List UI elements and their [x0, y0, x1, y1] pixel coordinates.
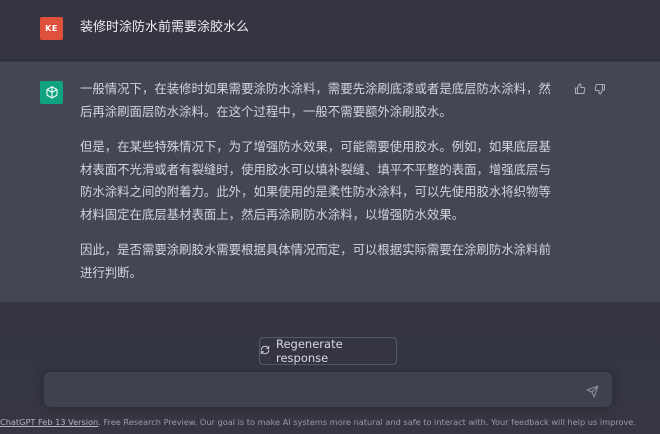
version-link[interactable]: ChatGPT Feb 13 Version	[0, 417, 98, 427]
assistant-message-row: 一般情况下，在装修时如果需要涂防水涂料，需要先涂刷底漆或者是底层防水涂料，然后再…	[0, 62, 660, 302]
user-message-text: 装修时涂防水前需要涂胶水么	[80, 20, 250, 35]
refresh-icon	[260, 344, 270, 358]
openai-logo-icon	[40, 81, 63, 104]
thumbs-down-icon[interactable]	[593, 82, 607, 96]
user-avatar: KE	[40, 17, 63, 40]
message-input-box	[44, 372, 612, 407]
message-input[interactable]	[56, 380, 580, 404]
thumbs-up-icon[interactable]	[573, 82, 587, 96]
assistant-message-text: 一般情况下，在装修时如果需要涂防水涂料，需要先涂刷底漆或者是底层防水涂料，然后再…	[80, 78, 560, 297]
assistant-paragraph-3: 因此，是否需要涂刷胶水需要根据具体情况而定，可以根据实际需要在涂刷防水涂料前进行…	[80, 242, 551, 280]
assistant-paragraph-1: 一般情况下，在装修时如果需要涂防水涂料，需要先涂刷底漆或者是底层防水涂料，然后再…	[80, 81, 551, 119]
regenerate-label: Regenerate response	[276, 337, 343, 365]
user-message-row: KE 装修时涂防水前需要涂胶水么	[0, 0, 660, 60]
footer-text: . Free Research Preview. Our goal is to …	[98, 417, 636, 427]
send-icon[interactable]	[586, 383, 600, 398]
chat-page: KE 装修时涂防水前需要涂胶水么 一般情况下，在装修时如果需要涂防水涂料，需要先…	[0, 0, 660, 434]
feedback-buttons	[573, 82, 607, 96]
footer: ChatGPT Feb 13 Version. Free Research Pr…	[0, 415, 660, 429]
assistant-paragraph-2: 但是，在某些特殊情况下，为了增强防水效果，可能需要使用胶水。例如，如果底层基材表…	[80, 139, 551, 222]
regenerate-response-button[interactable]: Regenerate response	[259, 337, 397, 365]
